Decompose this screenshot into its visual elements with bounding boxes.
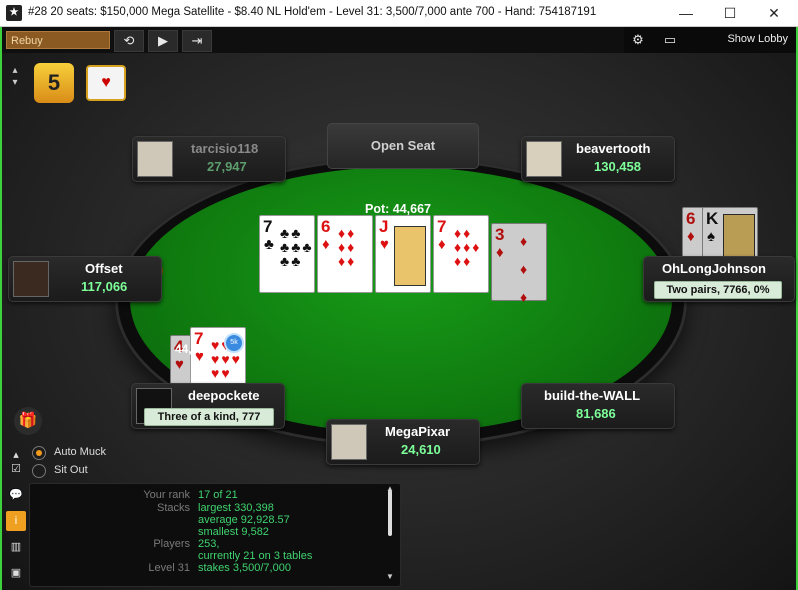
player-stack: 117,066 xyxy=(81,279,128,294)
gift-icon[interactable]: 🎁 xyxy=(14,407,42,435)
gear-icon[interactable]: ⚙ xyxy=(624,30,652,50)
card-rank: 3 xyxy=(495,225,505,244)
card-suit: ♦ xyxy=(322,236,330,253)
player-name: OhLongJohnson xyxy=(662,261,766,276)
card-suit: ♦ xyxy=(438,236,446,253)
stacks-smallest: smallest 9,582 xyxy=(198,526,269,538)
hand-strength-label: Two pairs, 7766, 0% xyxy=(654,281,782,299)
player-name: Offset xyxy=(85,261,123,276)
players-count: 253, xyxy=(198,538,220,550)
board-card: 7 ♣ ♣♣ ♣♣♣ ♣♣ xyxy=(259,215,315,293)
table-view-icon[interactable]: ▭ xyxy=(656,30,684,50)
player-stack: 130,458 xyxy=(594,159,641,174)
player-name: tarcisio118 xyxy=(191,141,259,156)
fish-avatar xyxy=(331,424,367,460)
card-rank: J xyxy=(379,217,389,236)
seat-deepockete[interactable]: deepockete Three of a kind, 777 xyxy=(131,383,285,429)
man-avatar xyxy=(13,261,49,297)
lion-avatar xyxy=(526,141,562,177)
pokerstars-icon: ★ xyxy=(6,5,22,21)
card-rank: 6 xyxy=(321,217,331,236)
rank-label: Your rank xyxy=(143,489,190,501)
card-pips: ♦♦ ♦♦♦ ♦♦ xyxy=(454,225,482,269)
open-seat-button[interactable]: Open Seat xyxy=(327,123,479,169)
player-stack: 24,610 xyxy=(401,442,441,457)
card-rank: 7 xyxy=(263,217,273,236)
toolbar: Rebuy ⟲ ▶ ⇥ ⚙ ▭ Show Lobby xyxy=(2,27,796,53)
seat-offset[interactable]: Offset 117,066 xyxy=(8,256,162,302)
title-bar: ★ #28 20 seats: $150,000 Mega Satellite … xyxy=(0,0,798,27)
hand-strength-label: Three of a kind, 777 xyxy=(144,408,274,426)
stats-icon[interactable]: ▥ xyxy=(6,537,26,557)
play-icon[interactable]: ▶ xyxy=(148,30,178,52)
close-button[interactable]: ✕ xyxy=(752,0,796,26)
card-rank: 7 xyxy=(437,217,447,236)
card-pips: ♦♦ ♦♦ ♦♦ xyxy=(338,225,357,269)
stacks-largest: largest 330,398 xyxy=(198,502,274,514)
scroll-down-icon[interactable]: ▼ xyxy=(386,572,394,581)
tournament-info-panel: Your rank 17 of 21 Stacks largest 330,39… xyxy=(29,483,401,587)
sit-out-label: Sit Out xyxy=(54,464,88,476)
sit-out-radio[interactable] xyxy=(32,464,46,478)
player-stack: 81,686 xyxy=(576,406,616,421)
card-suit: ♦ xyxy=(496,244,504,261)
jack-face-icon xyxy=(394,226,426,286)
seat-tarcisio118[interactable]: tarcisio118 27,947 xyxy=(132,136,286,182)
player-name: build-the-WALL xyxy=(544,388,641,403)
fish-avatar xyxy=(137,141,173,177)
stacks-average: average 92,928.57 xyxy=(198,514,290,526)
seat-build-the-wall[interactable]: build-the-WALL 81,686 xyxy=(521,383,675,429)
card-suit: ♦ xyxy=(687,228,695,245)
level-label: Level 31 xyxy=(148,562,190,574)
checklist-icon[interactable]: ☑ xyxy=(6,459,26,479)
badge-5-icon: 5 xyxy=(34,63,74,103)
auto-muck-label: Auto Muck xyxy=(54,446,106,458)
rank-value: 17 of 21 xyxy=(198,489,238,501)
card-pips: ♦ ♦ ♦ xyxy=(520,233,530,305)
board-card: 3 ♦ ♦ ♦ ♦ xyxy=(491,223,547,304)
chip-stack-icon: 5k xyxy=(224,333,244,353)
card-rank: K xyxy=(706,209,719,228)
board-card: 6 ♦ ♦♦ ♦♦ ♦♦ xyxy=(317,215,373,293)
info-icon[interactable]: i xyxy=(6,511,26,531)
window-title: #28 20 seats: $150,000 Mega Satellite - … xyxy=(28,6,597,18)
chevron-updown-icon[interactable]: ▴ ▾ xyxy=(8,65,22,95)
player-name: beavertooth xyxy=(576,141,651,156)
player-name: deepockete xyxy=(188,388,260,403)
bet-amount: 44,667 xyxy=(175,342,212,356)
notes-icon[interactable]: ▣ xyxy=(6,563,26,583)
card-suit: ♥ xyxy=(380,236,389,253)
king-face-icon xyxy=(723,214,755,262)
auto-muck-radio[interactable] xyxy=(32,446,46,460)
board-card: J ♥ xyxy=(375,215,431,293)
show-lobby-button[interactable]: Show Lobby xyxy=(727,33,788,45)
exit-icon[interactable]: ⇥ xyxy=(182,30,212,52)
chat-icon[interactable]: 💬 xyxy=(6,485,26,505)
seat-beavertooth[interactable]: beavertooth 130,458 xyxy=(521,136,675,182)
players-label: Players xyxy=(153,538,190,550)
pot-label: Pot: 44,667 xyxy=(365,202,432,216)
card-rank: 6 xyxy=(686,209,696,228)
card-suit: ♠ xyxy=(707,228,715,245)
seat-megapixar[interactable]: MegaPixar 24,610 xyxy=(326,419,480,465)
seat-ohlongjohnson[interactable]: OhLongJohnson Two pairs, 7766, 0% xyxy=(643,256,795,302)
stacks-label: Stacks xyxy=(156,502,190,514)
toolbar-right: ⚙ ▭ Show Lobby xyxy=(624,27,796,53)
card-suit: ♥ xyxy=(175,356,184,373)
player-stack: 27,947 xyxy=(207,159,247,174)
maximize-button[interactable]: ☐ xyxy=(708,0,752,26)
board-card: 7 ♦ ♦♦ ♦♦♦ ♦♦ xyxy=(433,215,489,293)
minimize-button[interactable]: — xyxy=(664,0,708,26)
scrollbar[interactable] xyxy=(388,490,392,536)
player-name: MegaPixar xyxy=(385,424,451,439)
card-pips: ♣♣ ♣♣♣ ♣♣ xyxy=(280,225,314,269)
cards-logo-icon: ♥ xyxy=(86,65,126,101)
rebuy-button[interactable]: Rebuy xyxy=(6,31,110,49)
players-current: currently 21 on 3 tables xyxy=(198,550,313,562)
level-stakes: stakes 3,500/7,000 xyxy=(198,562,291,574)
card-suit: ♣ xyxy=(264,236,274,253)
table-window: Rebuy ⟲ ▶ ⇥ ⚙ ▭ Show Lobby ▴ ▾ 5 ♥ Open S… xyxy=(0,27,798,590)
rebuy-refresh-icon[interactable]: ⟲ xyxy=(114,30,144,52)
